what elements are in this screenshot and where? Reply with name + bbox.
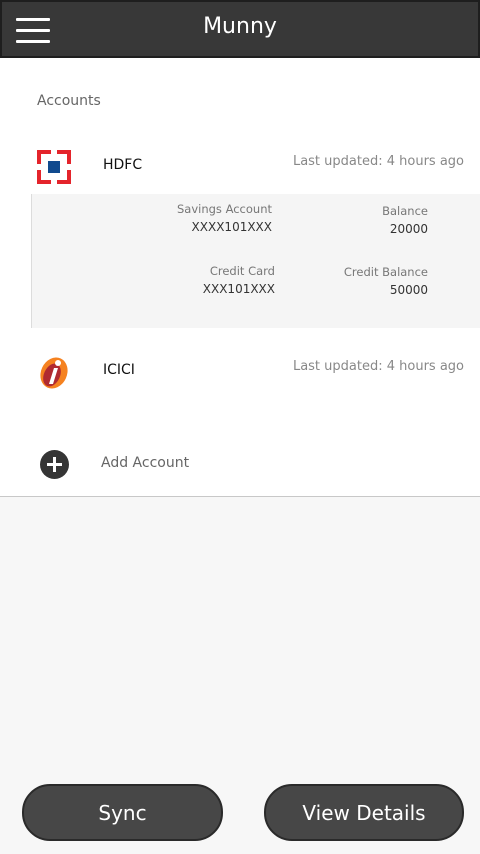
bank-row-icici[interactable]: ICICI Last updated: 4 hours ago [0,341,480,401]
add-account-button[interactable]: Add Account [0,443,480,487]
add-account-label: Add Account [101,455,190,471]
account-type: Savings Account [176,202,272,216]
balance-value: 50000 [389,283,428,297]
account-number: XXXX101XXX [191,220,272,234]
balance-label: Credit Balance [343,265,428,279]
accounts-section-title: Accounts [37,93,101,109]
sync-button[interactable]: Sync [22,784,223,841]
last-updated-text: Last updated: 4 hours ago [292,359,464,374]
app-title: Munny [203,14,277,39]
bank-row-hdfc[interactable]: HDFC Last updated: 4 hours ago [0,136,480,196]
balance-label: Balance [382,204,428,218]
balance-value: 20000 [389,222,428,236]
last-updated-text: Last updated: 4 hours ago [292,154,464,169]
bank-name: HDFC [103,157,143,173]
bank-name: ICICI [103,362,135,378]
app-header: Munny [0,0,480,58]
icici-logo-icon [40,357,68,389]
view-details-button[interactable]: View Details [264,784,464,841]
balance-credit-card: Credit Balance 50000 [344,265,428,297]
balance-savings: Balance 20000 [382,204,428,236]
account-item-credit-card[interactable]: Credit Card XXX101XXX [203,264,275,296]
plus-circle-icon [40,450,69,479]
hdfc-logo-icon [37,150,71,184]
account-type: Credit Card [209,264,275,278]
account-item-savings[interactable]: Savings Account XXXX101XXX [177,202,272,234]
hdfc-account-details: Savings Account XXXX101XXX Balance 20000… [31,194,480,328]
accounts-panel: Accounts HDFC Last updated: 4 hours ago … [0,58,480,497]
account-number: XXX101XXX [202,282,275,296]
